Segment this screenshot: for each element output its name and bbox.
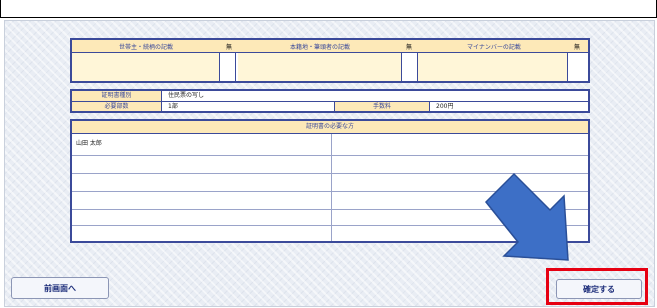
domicile-check-header: 無 [405,44,412,51]
declaration-options-box: 世帯主・続柄の記載 無 本籍地・筆頭者の記載 無 マイナンバーの記載 無 [70,38,590,83]
household-head-check-header: 無 [225,44,232,51]
mynumber-value[interactable] [418,53,568,81]
fee-label: 手数料 [334,102,430,111]
count-fee-row: 必要部数 1部 手数料 200円 [72,102,588,111]
required-count-value: 1部 [168,103,178,110]
row-divider [72,155,588,156]
certificate-info-box: 証明書種別 住民票の写し 必要部数 1部 手数料 200円 [70,89,590,113]
back-button[interactable]: 前画面へ [11,277,109,299]
certificate-type-row: 証明書種別 住民票の写し [72,91,588,102]
top-frame [0,0,657,18]
required-persons-header: 証明書の必要な方 [72,121,588,134]
fee-value: 200円 [436,103,454,110]
declaration-header-row: 世帯主・続柄の記載 無 本籍地・筆頭者の記載 無 マイナンバーの記載 無 [72,40,588,53]
household-head-checkbox[interactable] [222,53,236,81]
domicile-value[interactable] [238,53,402,81]
domicile-label: 本籍地・筆頭者の記載 [289,44,350,51]
certificate-type-value: 住民票の写し [168,92,205,99]
mynumber-check-header: 無 [573,44,580,51]
confirm-highlight-frame [546,268,648,305]
certificate-type-label: 証明書種別 [72,91,162,101]
required-count-label: 必要部数 [72,102,162,111]
household-head-value[interactable] [72,53,220,81]
arrow-down-right-icon [484,172,569,261]
mynumber-checkbox[interactable] [568,53,588,81]
domicile-checkbox[interactable] [402,53,418,81]
household-head-label: 世帯主・続柄の記載 [118,44,173,51]
mynumber-label: マイナンバーの記載 [467,44,521,51]
person-row-1-name: 山田 太郎 [76,140,102,147]
